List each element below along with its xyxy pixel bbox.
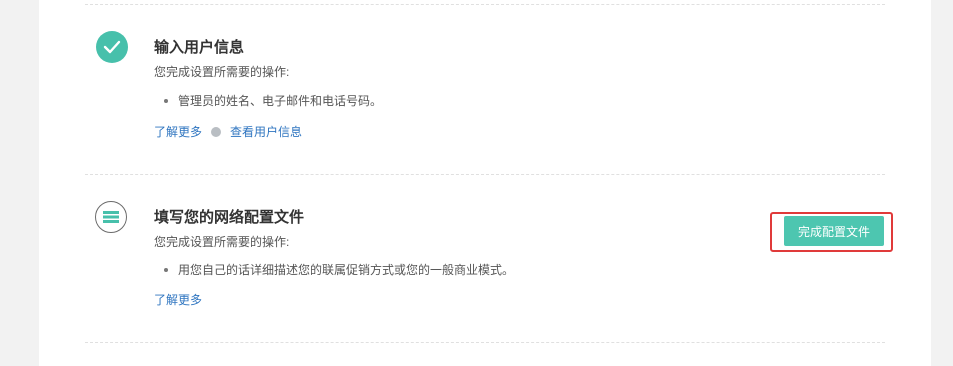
checkmark-icon [103,40,121,54]
learn-more-link[interactable]: 了解更多 [154,123,202,140]
list-item: 管理员的姓名、电子邮件和电话号码。 [164,92,382,109]
step-links: 了解更多 [154,291,202,308]
setup-panel: 输入用户信息 您完成设置所需要的操作: 管理员的姓名、电子邮件和电话号码。 了解… [39,0,931,366]
bottom-divider [85,342,885,343]
complete-profile-button[interactable]: 完成配置文件 [784,216,884,246]
step-title: 输入用户信息 [154,39,245,56]
step-links: 了解更多 查看用户信息 [154,123,302,140]
profile-card-icon [95,201,127,233]
view-user-info-link[interactable]: 查看用户信息 [230,123,302,140]
step-title: 填写您的网络配置文件 [154,209,305,226]
step-subtitle: 您完成设置所需要的操作: [154,235,290,249]
top-divider [85,4,885,5]
bullet-icon [164,98,168,103]
learn-more-link[interactable]: 了解更多 [154,291,202,308]
bullet-text: 管理员的姓名、电子邮件和电话号码。 [178,94,383,108]
bullet-icon [164,267,168,272]
bullet-text: 用您自己的话详细描述您的联属促销方式或您的一般商业模式。 [178,263,515,277]
separator-dot-icon [211,126,222,137]
middle-divider [85,174,885,175]
list-item: 用您自己的话详细描述您的联属促销方式或您的一般商业模式。 [164,261,514,278]
step-subtitle: 您完成设置所需要的操作: [154,65,290,79]
stack-lines-icon [103,211,119,223]
check-circle-icon [96,31,128,63]
